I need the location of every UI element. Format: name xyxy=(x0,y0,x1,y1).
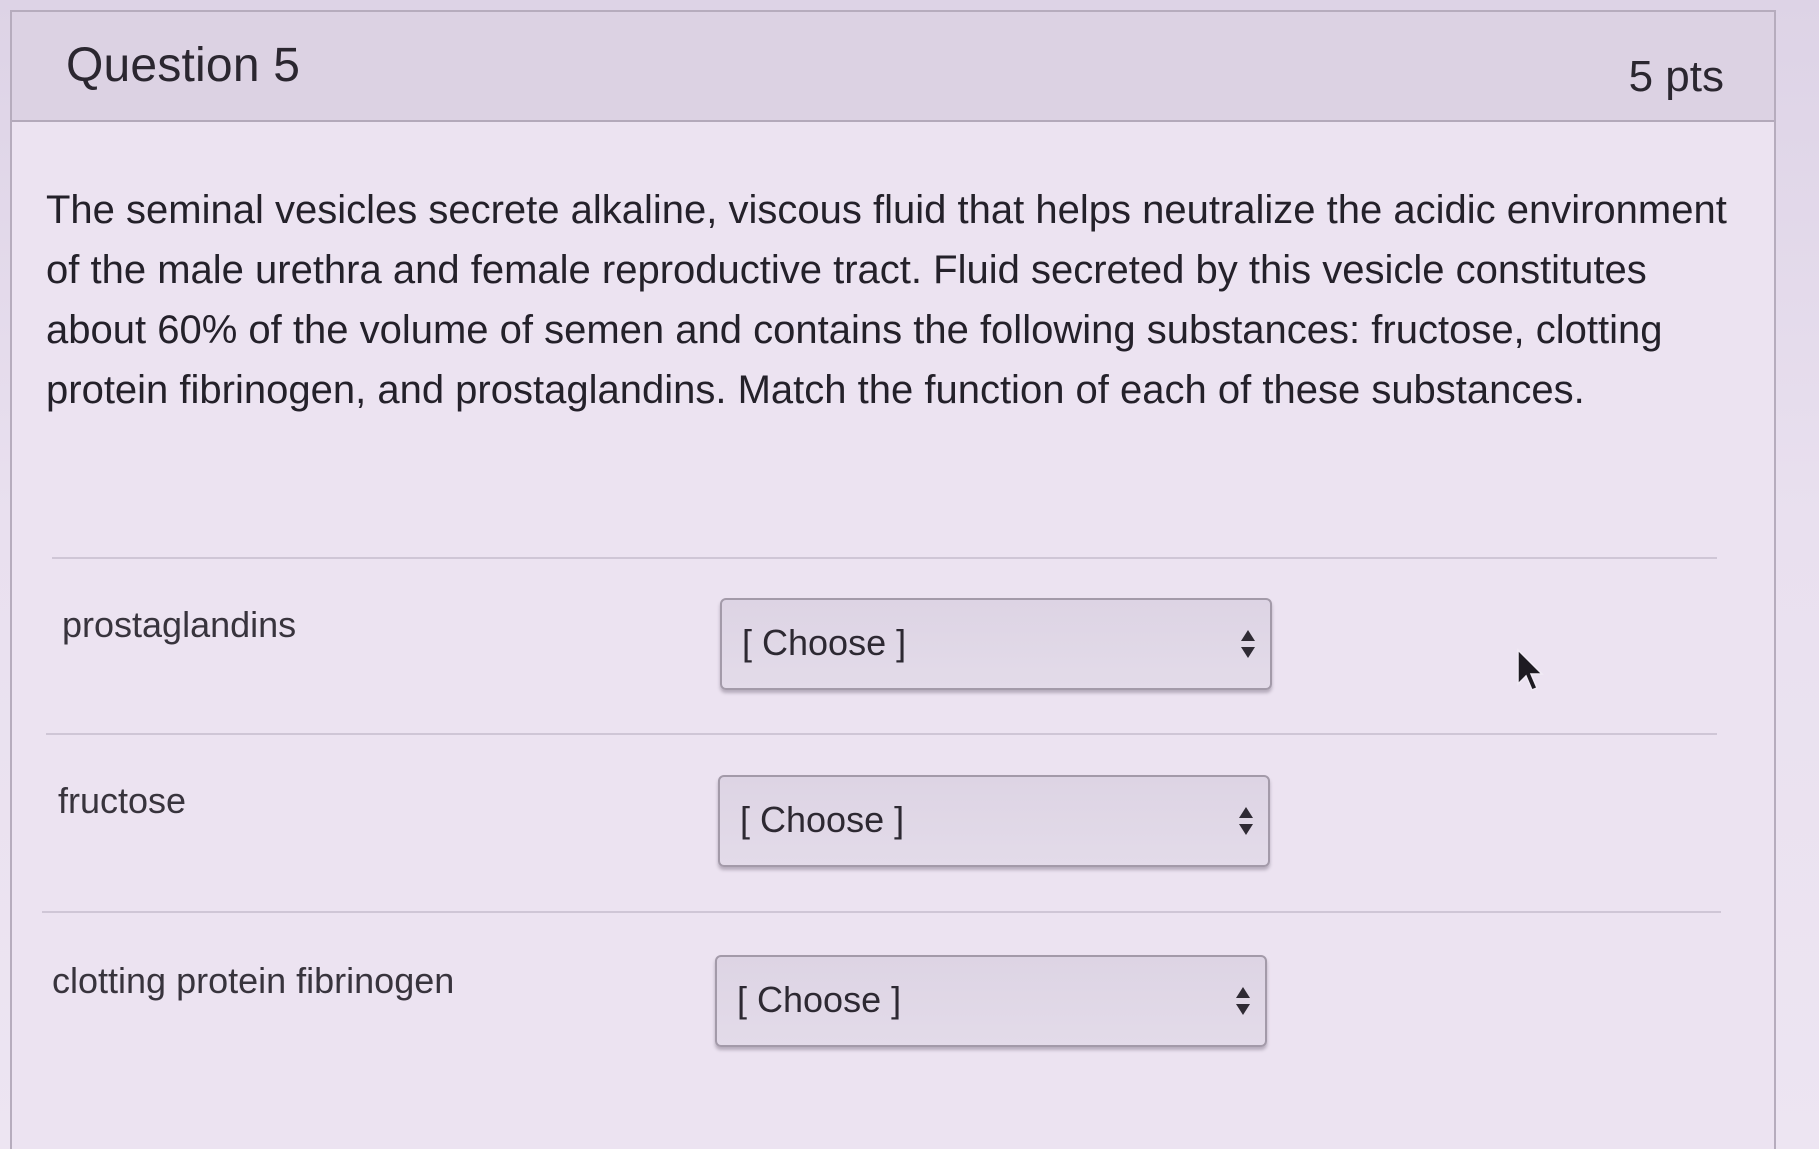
mouse-pointer-icon xyxy=(1517,648,1544,691)
question-title: Question 5 xyxy=(66,39,301,92)
up-down-arrows-icon xyxy=(1239,807,1253,835)
select-value: [ Choose ] xyxy=(740,799,905,840)
page: Question 5 5 pts The seminal vesicles se… xyxy=(0,0,1819,1149)
match-label-prostaglandins: prostaglandins xyxy=(62,604,297,645)
question-text: The seminal vesicles secrete alkaline, v… xyxy=(46,188,1727,412)
match-select-prostaglandins[interactable]: [ Choose ] xyxy=(720,598,1272,690)
question-header: Question 5 5 pts xyxy=(12,12,1774,122)
divider xyxy=(52,557,1717,559)
up-down-arrows-icon xyxy=(1241,630,1255,658)
divider xyxy=(42,911,1721,913)
match-label-clotting-protein-fibrinogen: clotting protein fibrinogen xyxy=(52,960,455,1001)
question-points: 5 pts xyxy=(1628,52,1724,101)
select-value: [ Choose ] xyxy=(742,622,907,663)
match-select-clotting-protein-fibrinogen[interactable]: [ Choose ] xyxy=(715,955,1267,1047)
divider xyxy=(46,733,1717,735)
up-down-arrows-icon xyxy=(1236,987,1250,1015)
match-select-fructose[interactable]: [ Choose ] xyxy=(718,775,1270,867)
select-value: [ Choose ] xyxy=(737,979,902,1020)
match-label-fructose: fructose xyxy=(58,780,187,821)
